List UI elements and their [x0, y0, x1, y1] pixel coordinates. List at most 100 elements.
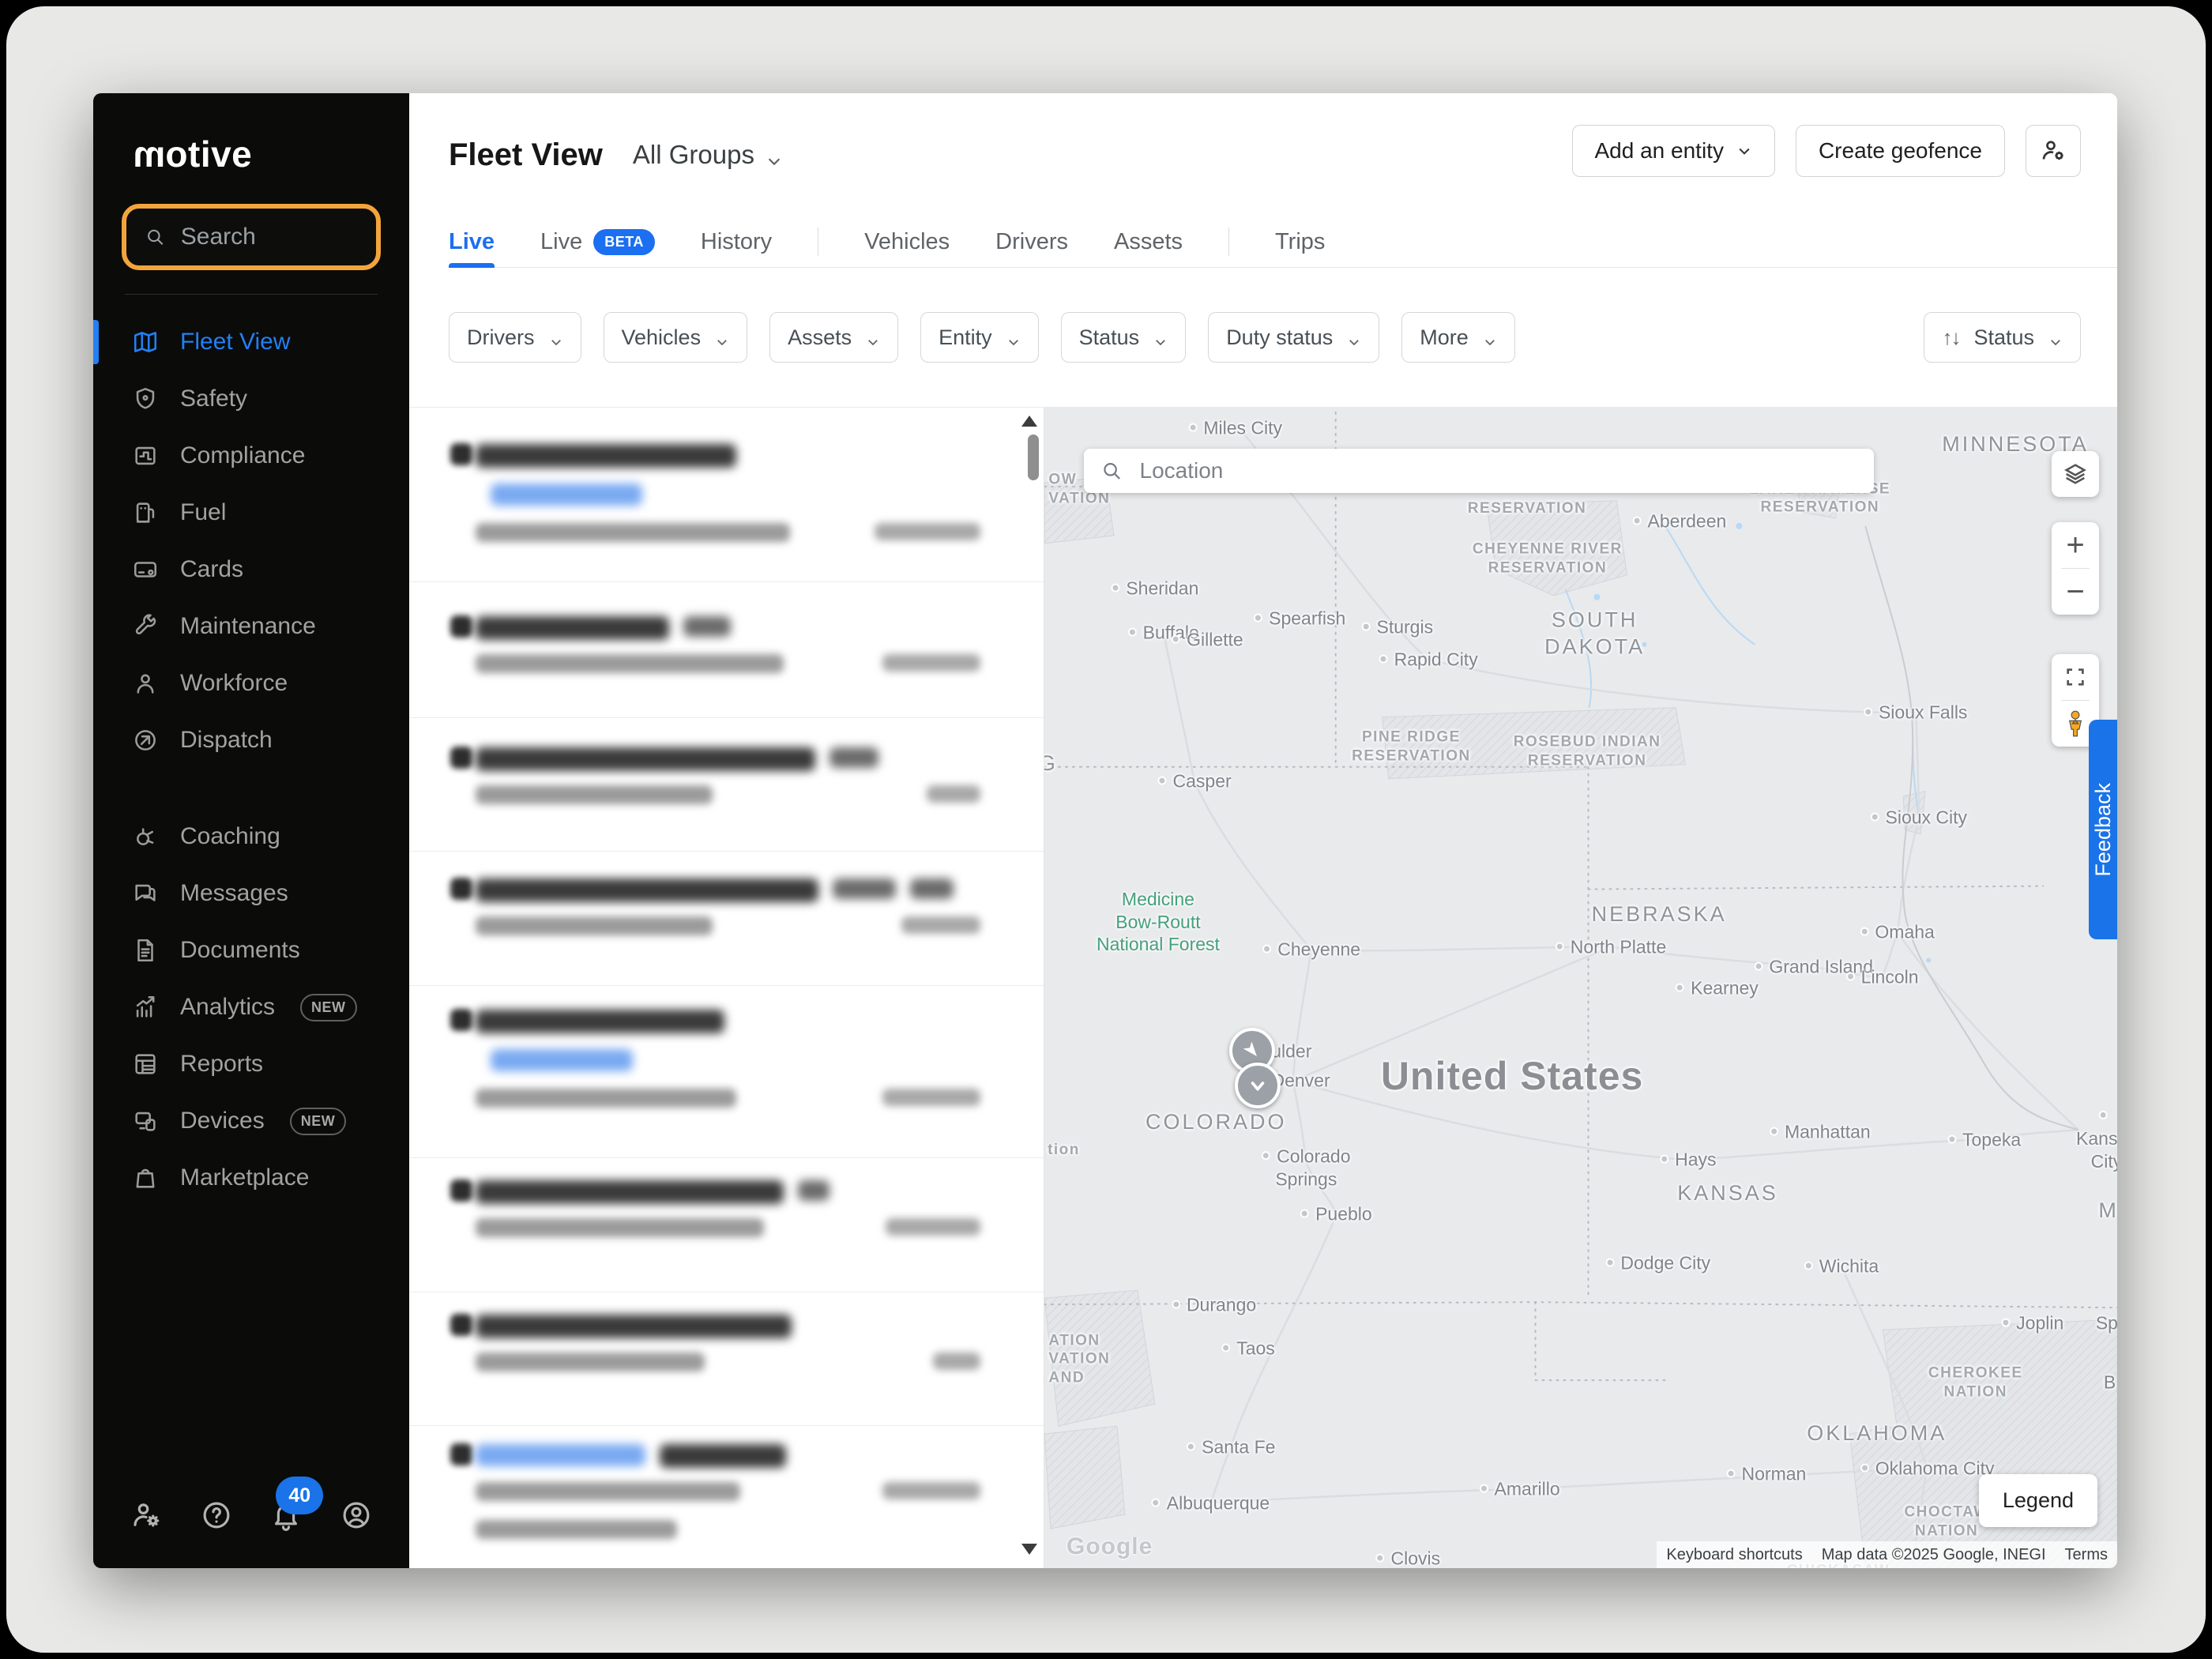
filter-assets[interactable]: Assets — [769, 312, 898, 363]
tab-label: Live — [449, 229, 495, 255]
sidebar-item-analytics[interactable]: AnalyticsNEW — [93, 979, 409, 1036]
list-scrollbar-arrow[interactable] — [1021, 416, 1037, 427]
map-location-search[interactable] — [1084, 449, 1874, 493]
feedback-label: Feedback — [2091, 783, 2116, 877]
sidebar-item-marketplace[interactable]: Marketplace — [93, 1149, 409, 1206]
tab-live-beta[interactable]: LiveBETA — [540, 216, 655, 267]
devices-icon — [132, 1108, 159, 1134]
location-input[interactable] — [1138, 457, 1856, 484]
help-button[interactable] — [198, 1497, 235, 1533]
vehicle-stopped-marker[interactable] — [1235, 1063, 1281, 1108]
tab-divider — [1228, 228, 1229, 256]
sidebar-item-coaching[interactable]: Coaching — [93, 808, 409, 865]
tab-label: History — [701, 229, 772, 255]
list-item-blurred-text — [476, 878, 818, 902]
sidebar-item-safety[interactable]: Safety — [93, 371, 409, 427]
sidebar-item-maintenance[interactable]: Maintenance — [93, 598, 409, 655]
list-item-blurred-text — [683, 616, 731, 637]
feedback-tab[interactable]: Feedback — [2089, 720, 2117, 939]
list-item-blurred-text — [833, 878, 896, 899]
tab-live[interactable]: Live — [449, 216, 495, 267]
sidebar-item-fuel[interactable]: Fuel — [93, 484, 409, 541]
list-item-blurred-text — [882, 1089, 980, 1106]
chat-icon — [132, 880, 159, 907]
list-scrollbar-arrow[interactable] — [1021, 1544, 1037, 1555]
list-item-icon — [450, 747, 472, 769]
page-title: Fleet View — [449, 137, 603, 173]
list-item-blurred-text — [886, 1218, 980, 1236]
filter-duty-status[interactable]: Duty status — [1208, 312, 1379, 363]
list-scrollbar-thumb[interactable] — [1028, 434, 1039, 480]
sidebar-item-documents[interactable]: Documents — [93, 922, 409, 979]
sidebar-search[interactable] — [122, 204, 381, 270]
layers-button[interactable] — [2052, 451, 2099, 497]
filter-drivers[interactable]: Drivers — [449, 312, 581, 363]
add-entity-button[interactable]: Add an entity — [1572, 125, 1775, 177]
tab-vehicles[interactable]: Vehicles — [864, 216, 950, 267]
new-badge: NEW — [290, 1108, 347, 1135]
compliance-icon — [132, 442, 159, 469]
bell-button[interactable]: 40 — [268, 1497, 304, 1533]
sort-control[interactable]: ↑↓Status — [1924, 312, 2081, 363]
list-item-blurred-text — [798, 1180, 830, 1201]
sidebar-item-fleet-view[interactable]: Fleet View — [93, 314, 409, 371]
filter-label: Assets — [788, 325, 852, 350]
sidebar-item-reports[interactable]: Reports — [93, 1036, 409, 1093]
list-item-blurred-text — [476, 1352, 705, 1371]
sidebar-item-label: Marketplace — [180, 1164, 309, 1191]
fullscreen-icon — [2063, 664, 2088, 690]
sidebar-divider — [125, 294, 378, 295]
tab-label: Live — [540, 229, 582, 255]
notification-badge: 40 — [276, 1477, 323, 1514]
list-item-blurred-text — [476, 785, 713, 804]
list-item-blurred-text — [660, 1444, 786, 1468]
chevron-down-icon — [1736, 143, 1752, 159]
tab-trips[interactable]: Trips — [1275, 216, 1325, 267]
sidebar-item-label: Messages — [180, 880, 288, 907]
filter-vehicles[interactable]: Vehicles — [604, 312, 748, 363]
sidebar-item-compliance[interactable]: Compliance — [93, 427, 409, 484]
whistle-icon — [132, 823, 159, 850]
chevron-down-icon — [1153, 330, 1168, 344]
list-item-blurred-text — [491, 1049, 633, 1071]
tab-history[interactable]: History — [701, 216, 772, 267]
terms-link[interactable]: Terms — [2056, 1541, 2117, 1569]
wrench-icon — [132, 613, 159, 640]
sidebar-item-messages[interactable]: Messages — [93, 865, 409, 922]
account-button[interactable] — [338, 1497, 374, 1533]
legend-button[interactable]: Legend — [1979, 1474, 2097, 1527]
sidebar-item-label: Reports — [180, 1051, 263, 1078]
filter-status[interactable]: Status — [1061, 312, 1187, 363]
zoom-out-button[interactable]: − — [2052, 569, 2099, 615]
sidebar-item-cards[interactable]: Cards — [93, 541, 409, 598]
tab-drivers[interactable]: Drivers — [995, 216, 1068, 267]
zoom-in-button[interactable]: + — [2052, 522, 2099, 568]
chevron-down-icon — [549, 330, 563, 344]
sidebar-item-dispatch[interactable]: Dispatch — [93, 712, 409, 769]
list-separator — [409, 985, 1044, 986]
sidebar: motive Fleet ViewSafetyComplianceFuelCar… — [93, 93, 409, 1568]
list-item-blurred-text — [476, 747, 815, 771]
tab-assets[interactable]: Assets — [1114, 216, 1183, 267]
person-gear-button[interactable] — [128, 1497, 164, 1533]
sidebar-item-devices[interactable]: DevicesNEW — [93, 1093, 409, 1149]
sidebar-item-label: Fleet View — [180, 329, 291, 356]
sidebar-item-workforce[interactable]: Workforce — [93, 655, 409, 712]
entity-list-panel[interactable] — [409, 408, 1044, 1568]
group-selector[interactable]: All Groups — [633, 140, 783, 170]
create-geofence-button[interactable]: Create geofence — [1796, 125, 2005, 177]
fullscreen-button[interactable] — [2052, 654, 2099, 700]
tab-label: Trips — [1275, 229, 1325, 255]
list-item-blurred-text — [476, 523, 790, 542]
manage-users-button[interactable] — [2026, 125, 2081, 177]
sidebar-item-label: Coaching — [180, 823, 280, 850]
search-input[interactable] — [179, 223, 357, 251]
list-separator — [409, 581, 1044, 582]
filter-entity[interactable]: Entity — [920, 312, 1039, 363]
main-area: Fleet View All Groups LiveLiveBETAHistor… — [409, 93, 2117, 1568]
plus-icon: + — [2066, 529, 2084, 561]
map-canvas[interactable]: Miles CityMINNESOTARESERVATIONLAKE TRAVE… — [1044, 408, 2117, 1568]
filter-more[interactable]: More — [1401, 312, 1515, 363]
keyboard-shortcuts-link[interactable]: Keyboard shortcuts — [1657, 1541, 1811, 1569]
list-item-blurred-text — [491, 483, 642, 506]
